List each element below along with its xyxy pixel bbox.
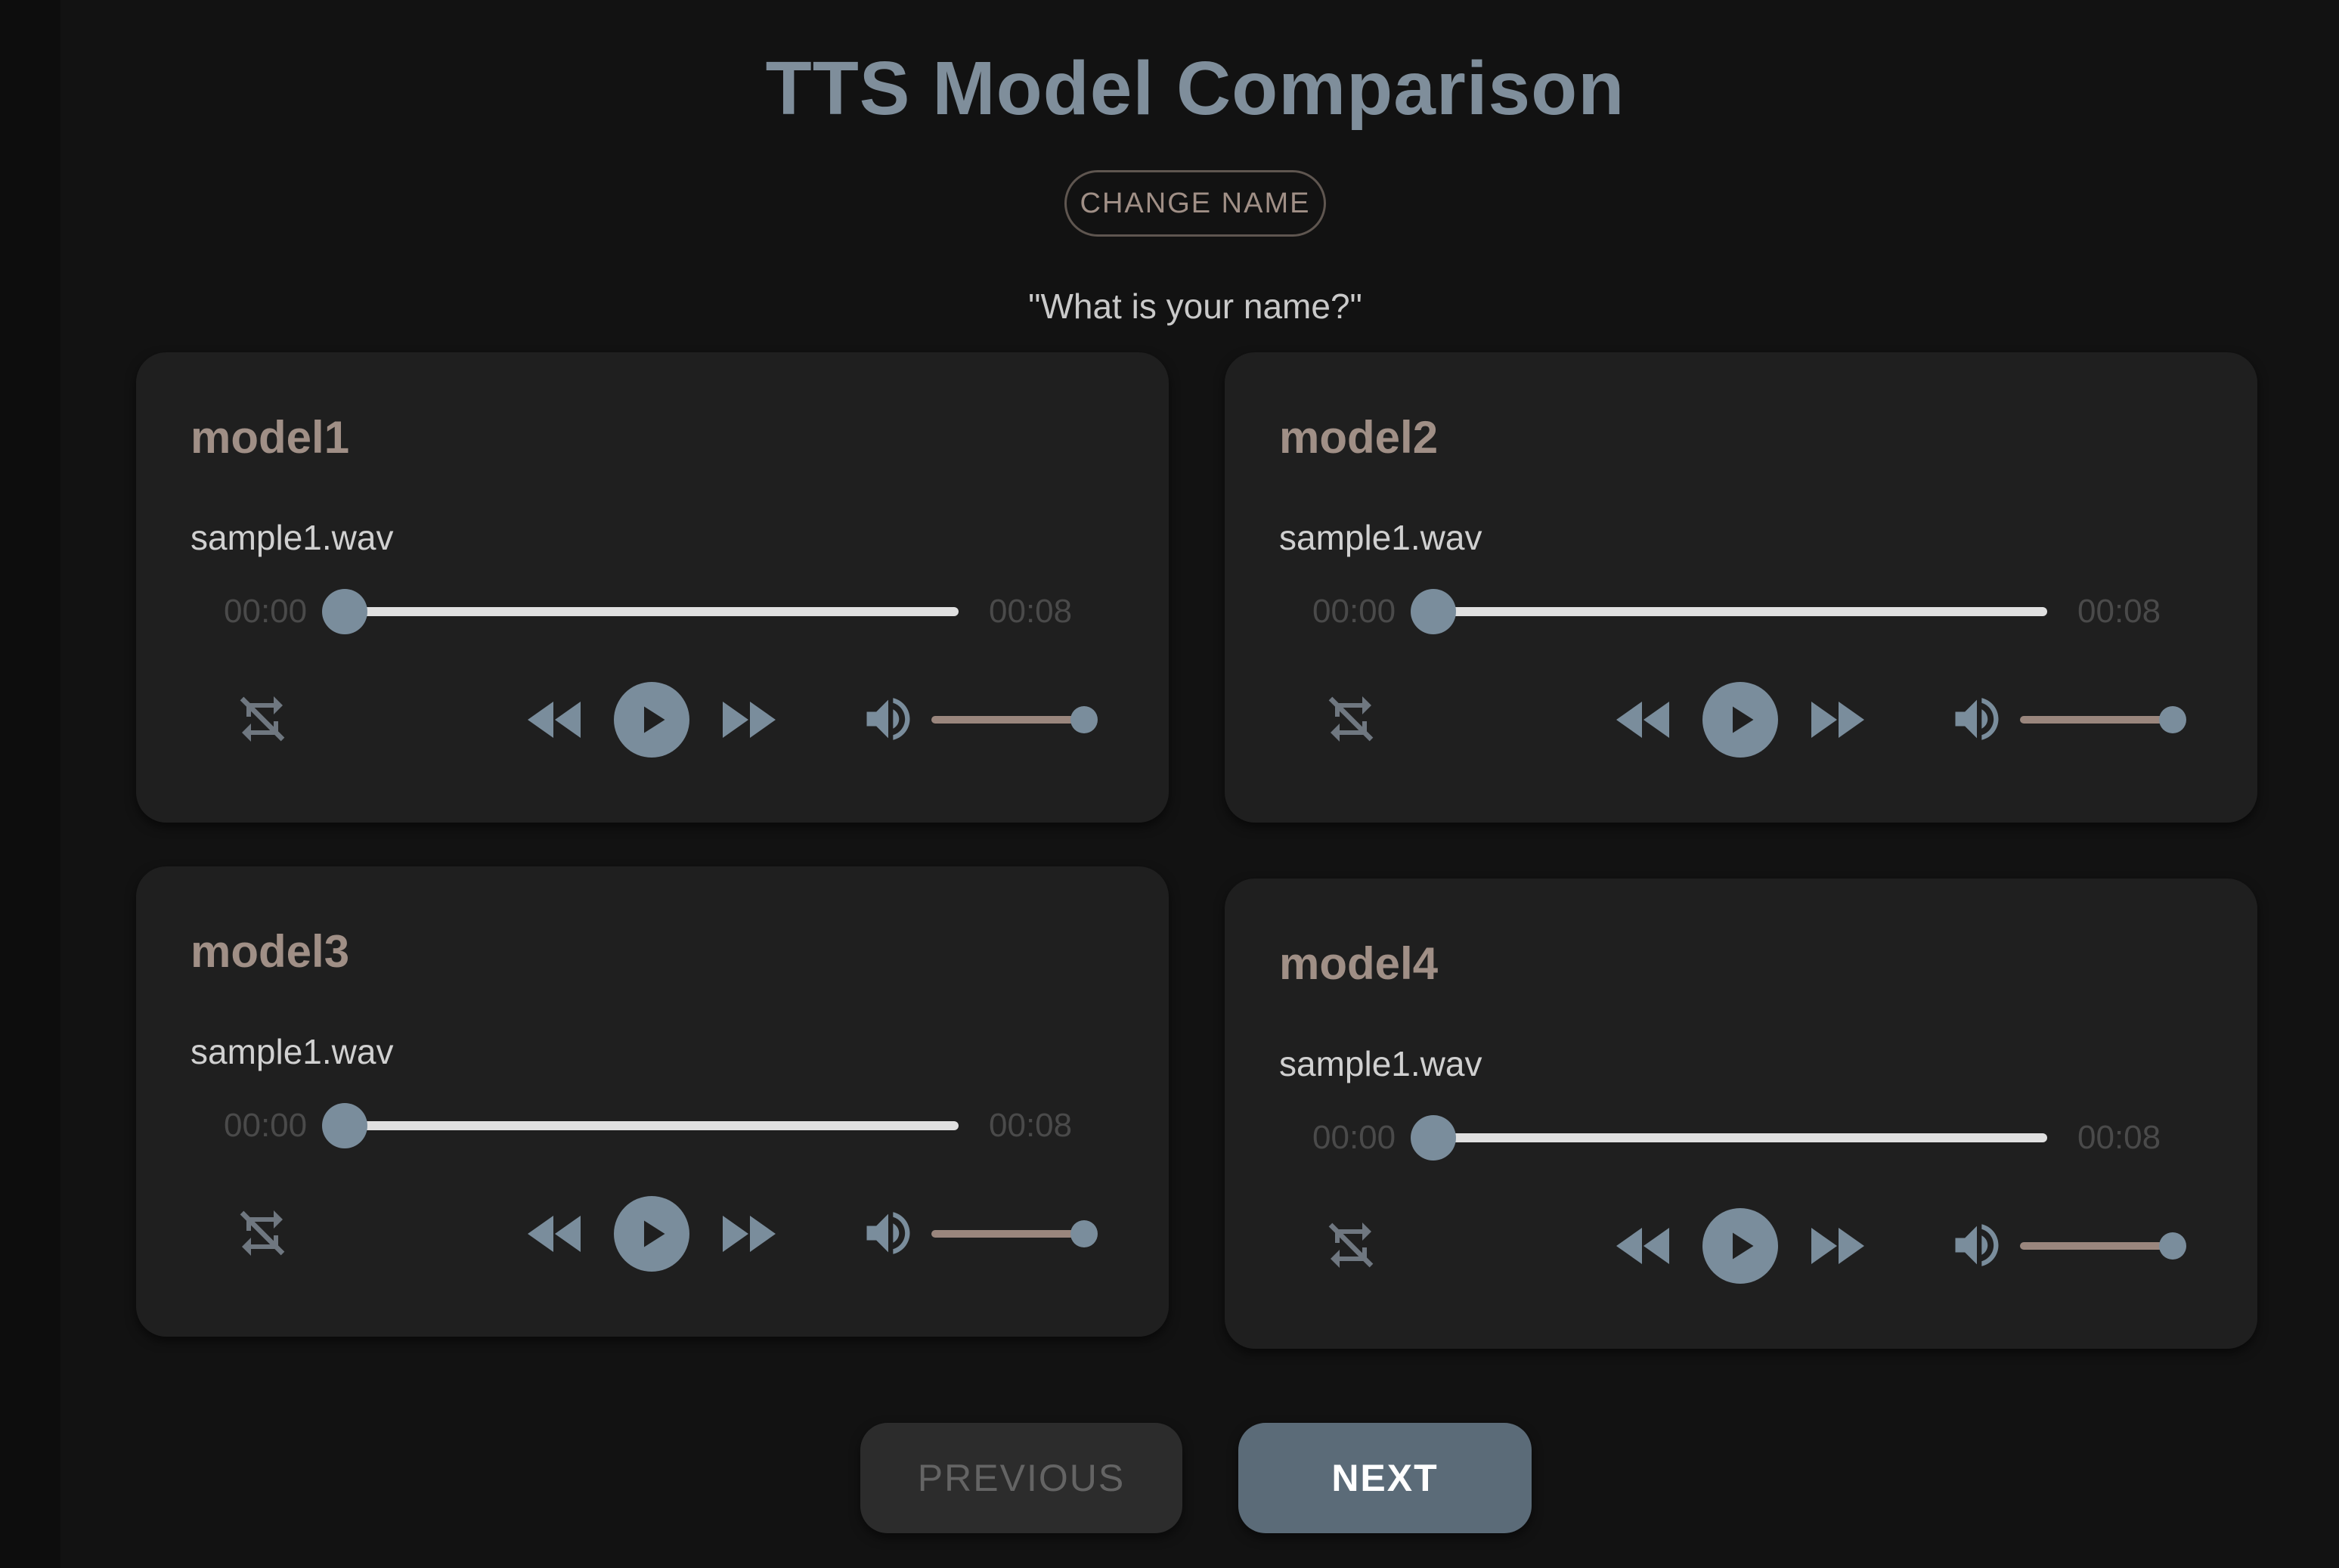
model-card: model2 sample1.wav 00:00 00:08 bbox=[1225, 352, 2257, 823]
play-button[interactable] bbox=[614, 682, 689, 758]
play-icon bbox=[1733, 706, 1754, 733]
rewind-icon[interactable] bbox=[517, 680, 596, 759]
repeat-off-icon[interactable] bbox=[221, 1191, 304, 1275]
progress-thumb[interactable] bbox=[1411, 1115, 1456, 1161]
play-button[interactable] bbox=[614, 1196, 689, 1272]
rewind-icon[interactable] bbox=[517, 1195, 596, 1273]
prompt-text: "What is your name?" bbox=[1028, 287, 1362, 326]
play-button[interactable] bbox=[1702, 682, 1778, 758]
volume-slider[interactable] bbox=[2020, 706, 2186, 733]
volume-thumb[interactable] bbox=[1070, 1220, 1098, 1247]
repeat-off-icon[interactable] bbox=[1309, 677, 1393, 761]
model-card: model3 sample1.wav 00:00 00:08 bbox=[136, 866, 1169, 1337]
volume-thumb[interactable] bbox=[2159, 1232, 2186, 1260]
progress-thumb[interactable] bbox=[322, 1103, 367, 1148]
rewind-icon[interactable] bbox=[1606, 680, 1684, 759]
page: TTS Model Comparison CHANGE NAME "What i… bbox=[0, 0, 2339, 1568]
volume-slider[interactable] bbox=[931, 706, 1098, 733]
duration: 00:08 bbox=[2077, 593, 2161, 630]
fast-forward-icon[interactable] bbox=[708, 1195, 786, 1273]
volume-icon[interactable] bbox=[1943, 685, 2011, 753]
rewind-icon[interactable] bbox=[1606, 1207, 1684, 1285]
model-card: model4 sample1.wav 00:00 00:08 bbox=[1225, 879, 2257, 1349]
current-time: 00:00 bbox=[1312, 593, 1396, 630]
play-icon bbox=[1733, 1232, 1754, 1260]
play-icon bbox=[644, 1220, 665, 1247]
next-button[interactable]: NEXT bbox=[1238, 1423, 1532, 1533]
current-time: 00:00 bbox=[1312, 1119, 1396, 1156]
fast-forward-icon[interactable] bbox=[708, 680, 786, 759]
progress-slider[interactable] bbox=[322, 1103, 959, 1148]
volume-icon[interactable] bbox=[854, 685, 922, 753]
model-name: model1 bbox=[191, 412, 350, 463]
change-name-button[interactable]: CHANGE NAME bbox=[1064, 170, 1326, 237]
volume-icon[interactable] bbox=[854, 1199, 922, 1267]
volume-slider[interactable] bbox=[2020, 1232, 2186, 1260]
repeat-off-icon[interactable] bbox=[221, 677, 304, 761]
duration: 00:08 bbox=[989, 593, 1073, 630]
model-name: model3 bbox=[191, 926, 350, 977]
play-icon bbox=[644, 706, 665, 733]
volume-icon[interactable] bbox=[1943, 1211, 2011, 1279]
model-card: model1 sample1.wav 00:00 00:08 bbox=[136, 352, 1169, 823]
model-name: model4 bbox=[1279, 938, 1439, 989]
model-name: model2 bbox=[1279, 412, 1439, 463]
audio-file-name: sample1.wav bbox=[191, 518, 394, 557]
progress-thumb[interactable] bbox=[1411, 589, 1456, 634]
progress-thumb[interactable] bbox=[322, 589, 367, 634]
current-time: 00:00 bbox=[224, 593, 308, 630]
volume-thumb[interactable] bbox=[2159, 706, 2186, 733]
current-time: 00:00 bbox=[224, 1107, 308, 1144]
page-title: TTS Model Comparison bbox=[765, 46, 1625, 131]
duration: 00:08 bbox=[989, 1107, 1073, 1144]
progress-slider[interactable] bbox=[1411, 589, 2047, 634]
volume-slider[interactable] bbox=[931, 1220, 1098, 1247]
progress-slider[interactable] bbox=[322, 589, 959, 634]
audio-file-name: sample1.wav bbox=[1279, 1044, 1482, 1083]
duration: 00:08 bbox=[2077, 1119, 2161, 1156]
volume-thumb[interactable] bbox=[1070, 706, 1098, 733]
previous-button[interactable]: PREVIOUS bbox=[860, 1423, 1182, 1533]
audio-file-name: sample1.wav bbox=[191, 1032, 394, 1071]
play-button[interactable] bbox=[1702, 1208, 1778, 1284]
left-edge bbox=[0, 0, 60, 1568]
fast-forward-icon[interactable] bbox=[1796, 680, 1875, 759]
progress-slider[interactable] bbox=[1411, 1115, 2047, 1161]
audio-file-name: sample1.wav bbox=[1279, 518, 1482, 557]
fast-forward-icon[interactable] bbox=[1796, 1207, 1875, 1285]
repeat-off-icon[interactable] bbox=[1309, 1204, 1393, 1287]
